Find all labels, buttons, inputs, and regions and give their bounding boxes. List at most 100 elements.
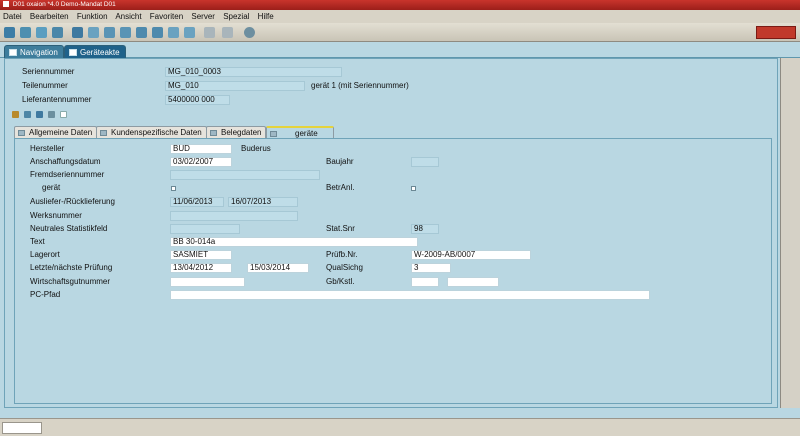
werksnummer-label: Werksnummer xyxy=(30,211,82,220)
geraeteakte-tab-icon xyxy=(69,49,77,56)
pruefnr-label: Prüfb.Nr. xyxy=(326,250,358,259)
statistikfeld-label: Neutrales Statistikfeld xyxy=(30,224,108,233)
refresh-icon[interactable] xyxy=(72,27,83,38)
tab-geraete-label: geräte xyxy=(295,129,318,138)
save-icon[interactable] xyxy=(36,27,47,38)
menu-hilfe[interactable]: Hilfe xyxy=(258,12,274,21)
tab-geraeteakte[interactable]: Geräteakte xyxy=(64,45,126,58)
navigation-tab-icon xyxy=(9,49,17,56)
help-icon[interactable] xyxy=(244,27,255,38)
gb-field[interactable] xyxy=(411,277,439,287)
anschaffungsdatum-field[interactable]: 03/02/2007 xyxy=(170,157,232,167)
statsnr-label: Stat.Snr xyxy=(326,224,355,233)
seriennummer-field[interactable]: MG_010_0003 xyxy=(165,67,342,77)
folder-icon[interactable] xyxy=(24,111,31,118)
cut-icon[interactable] xyxy=(136,27,147,38)
hersteller-name: Buderus xyxy=(241,144,271,153)
betranl-checkbox[interactable] xyxy=(411,186,416,191)
window-titlebar: D01 oxaion *4.0 Demo-Mandat D01 xyxy=(0,0,800,10)
menu-bearbeiten[interactable]: Bearbeiten xyxy=(30,12,69,21)
teilenummer-label: Teilenummer xyxy=(22,81,68,90)
text-field[interactable]: BB 30-014a xyxy=(170,237,418,247)
text-label: Text xyxy=(30,237,45,246)
geraet-label: gerät xyxy=(42,183,61,192)
menu-server[interactable]: Server xyxy=(191,12,215,21)
kstl-field[interactable] xyxy=(447,277,499,287)
auslieferung-label: Auslief­er-/Rücklieferung xyxy=(30,197,115,206)
anschaffungsdatum-label: Anschaffungsdatum xyxy=(30,157,101,166)
gbkstl-label: Gb/Kstl. xyxy=(326,277,355,286)
allgemeine-tab-icon xyxy=(18,130,25,136)
vertical-scrollbar[interactable] xyxy=(780,58,800,408)
oxaion-logo xyxy=(756,26,796,39)
copy-icon[interactable] xyxy=(88,27,99,38)
baujahr-field[interactable] xyxy=(411,157,439,167)
tab-kundenspezifische-daten[interactable]: Kundenspezifische Daten xyxy=(96,126,207,138)
home-icon[interactable] xyxy=(4,27,15,38)
geraete-panel xyxy=(14,138,772,404)
menu-ansicht[interactable]: Ansicht xyxy=(115,12,141,21)
teilenummer-field[interactable]: MG_010 xyxy=(165,81,305,91)
redo-icon[interactable] xyxy=(120,27,131,38)
tab-belegdaten-label: Belegdaten xyxy=(221,128,262,137)
tab-geraeteakte-label: Geräteakte xyxy=(80,48,120,57)
tab-allgemeine-daten[interactable]: Allgemeine Daten xyxy=(14,126,98,138)
fremdseriennummer-field[interactable] xyxy=(170,170,320,180)
naechste-pruefung-field[interactable]: 15/03/2014 xyxy=(247,263,309,273)
new-icon[interactable] xyxy=(20,27,31,38)
qualsichg-field[interactable]: 3 xyxy=(411,263,451,273)
menu-spezial[interactable]: Spezial xyxy=(223,12,249,21)
tab-belegdaten[interactable]: Belegdaten xyxy=(206,126,267,138)
lieferantennummer-field[interactable]: 5400000 000 xyxy=(165,95,230,105)
navigation-tabstrip: Navigation Geräteakte xyxy=(0,42,800,58)
geraete-tab-icon xyxy=(270,131,277,137)
status-field xyxy=(2,422,42,434)
pcpfad-field[interactable] xyxy=(170,290,650,300)
wirtschaftsgutnummer-label: Wirtschaftsgutnummer xyxy=(30,277,111,286)
group-icon[interactable] xyxy=(12,111,19,118)
menu-bar: Datei Bearbeiten Funktion Ansicht Favori… xyxy=(0,10,800,23)
menu-funktion[interactable]: Funktion xyxy=(77,12,108,21)
kundenspezifische-tab-icon xyxy=(100,130,107,136)
geraet-checkbox[interactable] xyxy=(171,186,176,191)
hersteller-label: Hersteller xyxy=(30,144,65,153)
print-icon[interactable] xyxy=(52,27,63,38)
tab-navigation-label: Navigation xyxy=(20,48,58,57)
teil-description: gerät 1 (mit Seriennummer) xyxy=(311,81,409,90)
qualsichg-label: QualSichg xyxy=(326,263,363,272)
pruefung-label: Letzte/nächste Prüfung xyxy=(30,263,113,272)
betranl-label: BetrAnl. xyxy=(326,183,355,192)
lagerort-label: Lagerort xyxy=(30,250,60,259)
seriennummer-label: Seriennummer xyxy=(22,67,75,76)
statsnr-field[interactable]: 98 xyxy=(411,224,439,234)
app-icon xyxy=(3,1,9,7)
status-bar xyxy=(0,418,800,436)
lagerort-field[interactable]: SASMIET xyxy=(170,250,232,260)
statistikfeld-field[interactable] xyxy=(170,224,240,234)
wirtschaftsgutnummer-field[interactable] xyxy=(170,277,245,287)
menu-favoriten[interactable]: Favoriten xyxy=(150,12,183,21)
tab-navigation[interactable]: Navigation xyxy=(4,45,64,58)
auslieferung-field[interactable]: 11/06/2013 xyxy=(170,197,224,207)
toolbar xyxy=(0,23,800,42)
werksnummer-field[interactable] xyxy=(170,211,298,221)
forward-icon[interactable] xyxy=(222,27,233,38)
attachment-icon[interactable] xyxy=(36,111,43,118)
fremdseriennummer-label: Fremdseriennummer xyxy=(30,170,105,179)
window-title: D01 oxaion *4.0 Demo-Mandat D01 xyxy=(12,1,116,8)
hersteller-field[interactable]: BUD xyxy=(170,144,232,154)
back-icon[interactable] xyxy=(204,27,215,38)
blank-document-icon[interactable] xyxy=(60,111,67,118)
print-small-icon[interactable] xyxy=(48,111,55,118)
menu-datei[interactable]: Datei xyxy=(3,12,22,21)
baujahr-label: Baujahr xyxy=(326,157,354,166)
ruecklieferung-field[interactable]: 16/07/2013 xyxy=(228,197,298,207)
document-icon[interactable] xyxy=(168,27,179,38)
undo-icon[interactable] xyxy=(104,27,115,38)
pcpfad-label: PC-Pfad xyxy=(30,290,61,299)
letzte-pruefung-field[interactable]: 13/04/2012 xyxy=(170,263,232,273)
pruefnr-field[interactable]: W-2009-AB/0007 xyxy=(411,250,531,260)
paste-icon[interactable] xyxy=(152,27,163,38)
clipboard-icon[interactable] xyxy=(184,27,195,38)
lieferantennummer-label: Lieferantennummer xyxy=(22,95,92,104)
